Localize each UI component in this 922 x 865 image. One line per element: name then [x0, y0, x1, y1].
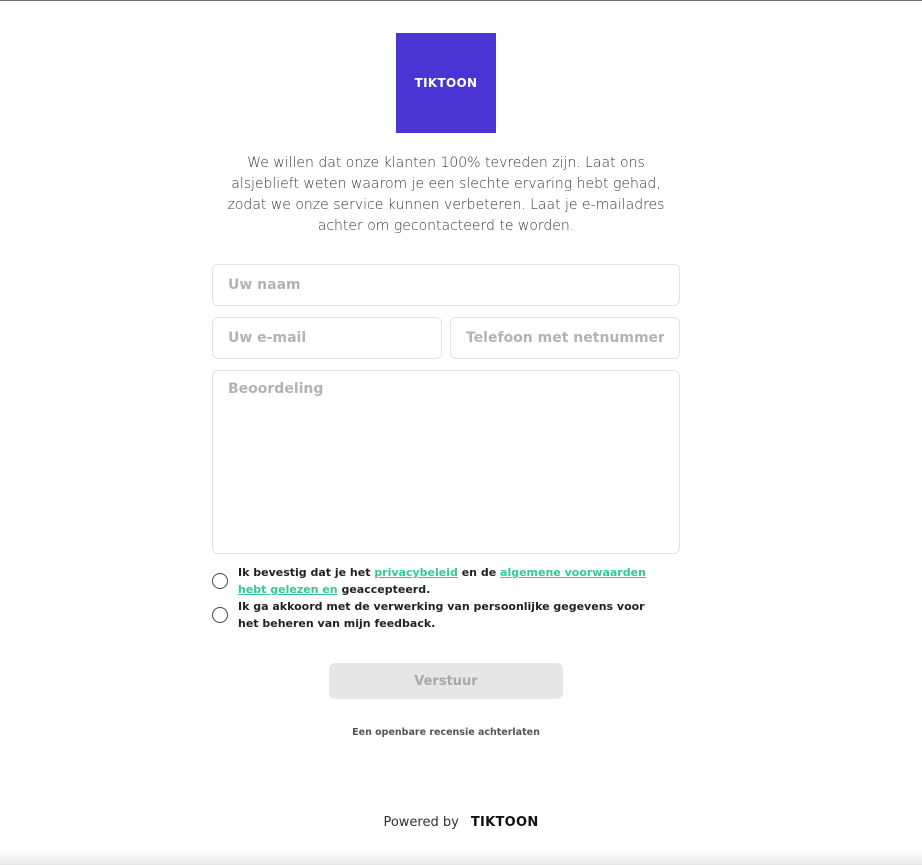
feedback-form-container: TIKTOON We willen dat onze klanten 100% …	[212, 33, 680, 738]
review-textarea[interactable]	[212, 370, 680, 554]
public-review-link[interactable]: Een openbare recensie achterlaten	[212, 727, 680, 738]
privacy-consent-text-before: Ik bevestig dat je het	[238, 566, 375, 579]
privacy-consent-text-middle: en de	[457, 566, 501, 579]
intro-text: We willen dat onze klanten 100% tevreden…	[227, 155, 665, 234]
brand-logo-text: TIKTOON	[414, 76, 478, 90]
powered-by-text: Powered by	[383, 815, 459, 830]
footer-brand-logo: TIKTOON	[470, 815, 539, 830]
data-processing-consent-text: Ik ga akkoord met de verwerking van pers…	[238, 600, 645, 630]
brand-logo: TIKTOON	[396, 33, 496, 133]
privacy-policy-link[interactable]: privacybeleid	[374, 566, 458, 579]
bottom-shade	[0, 851, 922, 865]
privacy-consent-text: Ik bevestig dat je het privacybeleid en …	[238, 564, 658, 598]
data-processing-consent-radio[interactable]	[212, 607, 228, 623]
submit-button[interactable]: Verstuur	[329, 663, 563, 699]
privacy-consent-text-after: geaccepteerd.	[337, 583, 431, 596]
phone-input[interactable]	[450, 317, 680, 359]
privacy-consent: Ik bevestig dat je het privacybeleid en …	[212, 564, 680, 598]
top-border	[0, 0, 922, 1]
privacy-consent-radio[interactable]	[212, 573, 228, 589]
name-input[interactable]	[212, 264, 680, 306]
data-processing-consent: Ik ga akkoord met de verwerking van pers…	[212, 598, 680, 632]
email-input[interactable]	[212, 317, 442, 359]
footer: Powered by TIKTOON	[0, 815, 922, 830]
